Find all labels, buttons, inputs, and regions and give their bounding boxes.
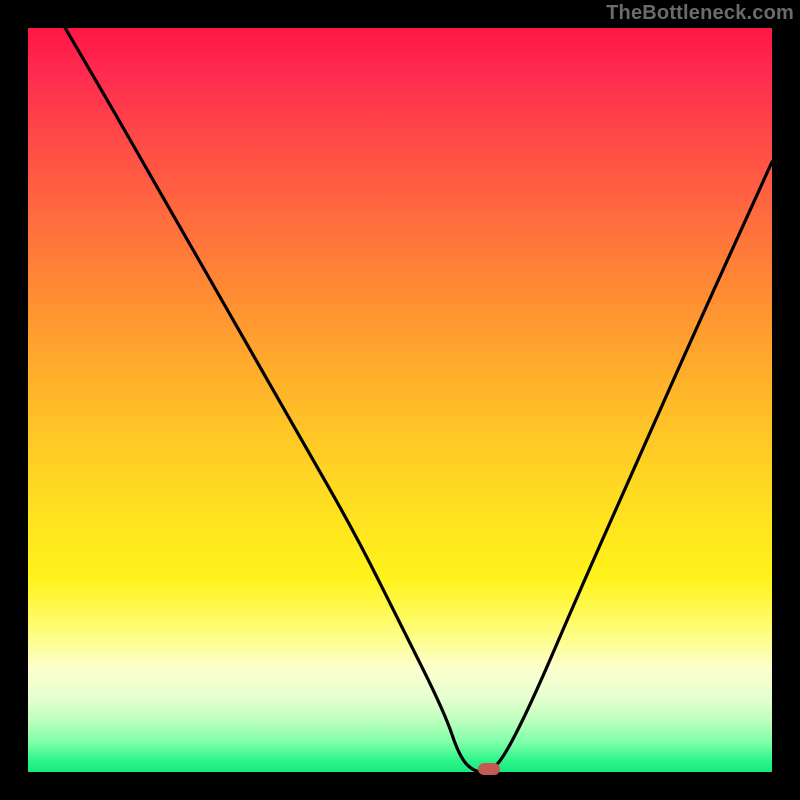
bottleneck-curve-path [65, 28, 772, 772]
watermark-text: TheBottleneck.com [606, 2, 794, 25]
plot-area [28, 28, 772, 772]
chart-frame: TheBottleneck.com [0, 0, 800, 800]
optimum-marker [478, 763, 500, 775]
curve-svg [28, 28, 772, 772]
